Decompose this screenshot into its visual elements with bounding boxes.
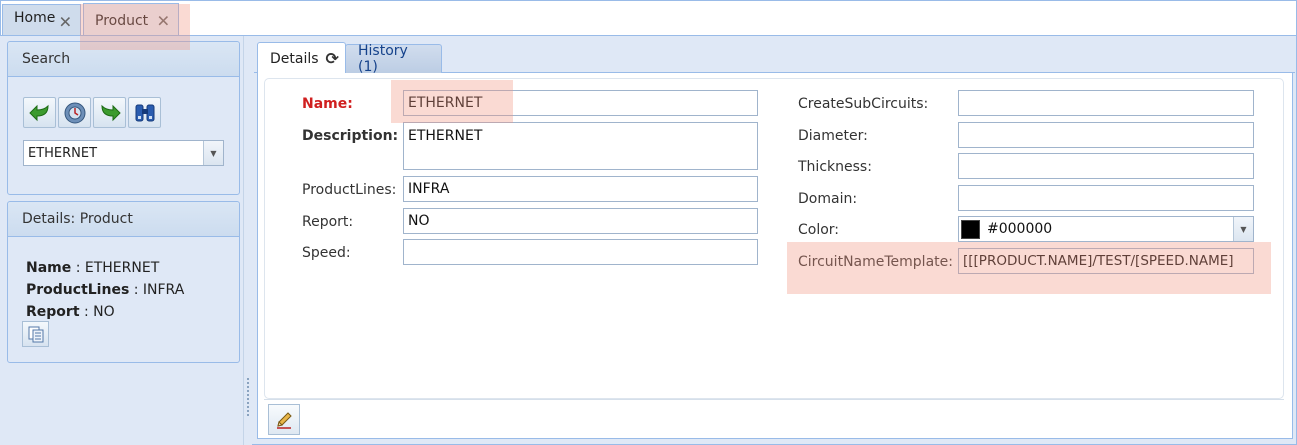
tab-details[interactable]: Details ⟳ — [257, 42, 346, 74]
tab-history-label: History (1) — [358, 43, 408, 75]
circuitnametemplate-field[interactable]: [[[PRODUCT.NAME]/TEST/[SPEED.NAME] — [958, 248, 1254, 274]
back-arrow-icon[interactable] — [23, 97, 56, 128]
report-field[interactable]: NO — [403, 208, 758, 234]
details-separator: : — [83, 304, 89, 320]
search-combo[interactable]: ETHERNET ▼ — [23, 140, 224, 166]
diameter-field[interactable] — [958, 122, 1254, 148]
detail-panel: Details ⟳ History (1) Name: ETHERNET Des… — [254, 36, 1295, 443]
copy-icon[interactable] — [22, 321, 49, 347]
search-panel: Search ETHERNET ▼ — [7, 41, 240, 195]
detail-tab-strip: Details ⟳ History (1) — [254, 41, 1295, 75]
name-field[interactable]: ETHERNET — [403, 90, 758, 116]
color-picker[interactable]: #000000 ▼ — [958, 216, 1254, 242]
details-panel-title: Details: Product — [8, 202, 239, 237]
details-list: Name : ETHERNET ProductLines : INFRA Rep… — [26, 257, 184, 323]
details-value: NO — [93, 304, 115, 320]
color-value: #000000 — [987, 221, 1053, 237]
details-separator: : — [75, 260, 81, 276]
thickness-field[interactable] — [958, 153, 1254, 179]
close-icon[interactable]: ✕ — [59, 13, 72, 32]
details-row: ProductLines : INFRA — [26, 279, 184, 301]
thickness-label: Thickness: — [798, 159, 872, 175]
refresh-icon[interactable]: ⟳ — [326, 49, 339, 68]
details-row: Name : ETHERNET — [26, 257, 184, 279]
circuitnametemplate-label: CircuitNameTemplate: — [798, 254, 953, 270]
domain-label: Domain: — [798, 191, 858, 207]
binoculars-icon[interactable] — [128, 97, 161, 128]
productlines-label: ProductLines: — [302, 182, 397, 198]
tab-product[interactable]: Product ✕ — [83, 3, 179, 37]
search-combo-value: ETHERNET — [28, 145, 98, 161]
tab-history[interactable]: History (1) — [345, 43, 442, 75]
tab-home[interactable]: Home ✕ — [2, 4, 81, 35]
productlines-field[interactable]: INFRA — [403, 176, 758, 202]
createsubcircuits-field[interactable] — [958, 90, 1254, 116]
details-row: Report : NO — [26, 301, 184, 323]
details-summary-panel: Details: Product Name : ETHERNET Product… — [7, 201, 240, 363]
close-icon[interactable]: ✕ — [157, 11, 170, 30]
chevron-down-icon[interactable]: ▼ — [1233, 217, 1253, 241]
details-key: ProductLines — [26, 282, 130, 298]
speed-field[interactable] — [403, 239, 758, 265]
name-label: Name: — [302, 96, 353, 112]
details-separator: : — [133, 282, 139, 298]
toolbar-separator — [264, 399, 1284, 400]
color-swatch — [961, 219, 980, 239]
details-value: ETHERNET — [84, 260, 160, 276]
tab-home-label: Home — [14, 10, 56, 26]
top-tab-bar: Home ✕ Product ✕ — [0, 0, 1297, 37]
details-form: Name: ETHERNET Description: ETHERNET Pro… — [257, 73, 1293, 439]
domain-field[interactable] — [958, 185, 1254, 211]
chevron-down-icon[interactable]: ▼ — [203, 141, 223, 165]
report-label: Report: — [302, 214, 354, 230]
speed-label: Speed: — [302, 245, 351, 261]
color-label: Color: — [798, 222, 840, 238]
splitter-grip-icon[interactable] — [247, 378, 249, 418]
tab-product-label: Product — [95, 12, 149, 29]
search-toolbar — [23, 97, 161, 128]
details-value: INFRA — [142, 282, 185, 298]
details-key: Report — [26, 304, 80, 320]
splitter[interactable] — [243, 36, 252, 445]
pencil-icon[interactable] — [268, 404, 300, 435]
settings-refresh-icon[interactable] — [58, 97, 91, 128]
description-label: Description: — [302, 128, 399, 144]
forward-arrow-icon[interactable] — [93, 97, 126, 128]
left-sidebar: Search ETHERNET ▼ Details: Product Name … — [0, 36, 243, 445]
description-field[interactable]: ETHERNET — [403, 122, 758, 170]
details-key: Name — [26, 260, 72, 276]
tab-details-label: Details — [270, 50, 319, 67]
createsubcircuits-label: CreateSubCircuits: — [798, 96, 929, 112]
form-fieldset: Name: ETHERNET Description: ETHERNET Pro… — [264, 78, 1284, 399]
search-panel-title: Search — [8, 42, 239, 77]
diameter-label: Diameter: — [798, 128, 868, 144]
